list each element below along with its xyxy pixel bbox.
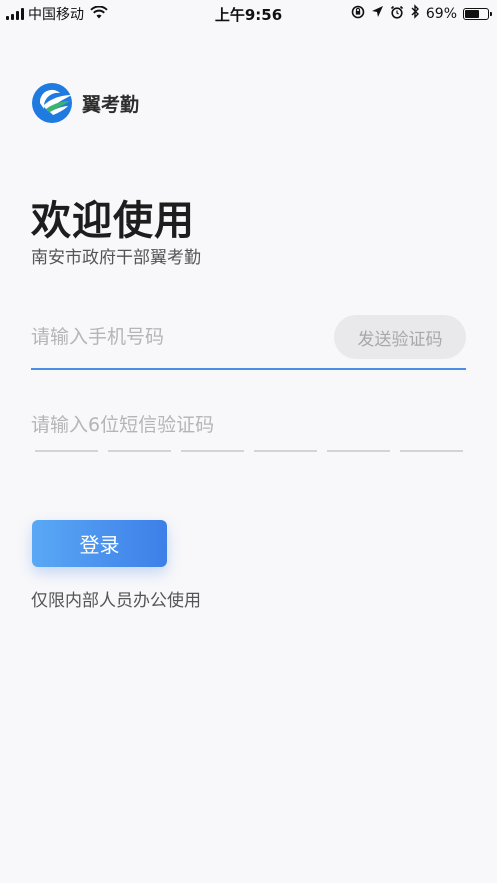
code-slot[interactable]	[108, 447, 171, 452]
app-name: 翼考勤	[82, 93, 140, 116]
location-arrow-icon	[371, 5, 384, 22]
code-slot[interactable]	[35, 447, 98, 452]
bluetooth-icon	[410, 4, 420, 23]
battery-icon	[463, 7, 492, 20]
orientation-lock-icon	[351, 5, 365, 23]
code-slot[interactable]	[400, 447, 463, 452]
code-slot[interactable]	[254, 447, 317, 452]
app-logo: 翼考勤	[30, 81, 139, 125]
internal-use-note: 仅限内部人员办公使用	[31, 591, 201, 611]
code-slot[interactable]	[181, 447, 244, 452]
login-button[interactable]: 登录	[32, 520, 167, 567]
alarm-icon	[390, 5, 404, 23]
phone-number-input[interactable]	[31, 322, 321, 352]
welcome-subtitle: 南安市政府干部翼考勤	[31, 248, 201, 268]
sms-code-input[interactable]: 请输入6位短信验证码	[31, 410, 214, 437]
battery-fill	[465, 9, 479, 18]
send-code-button[interactable]: 发送验证码	[334, 315, 466, 359]
wing-logo-icon	[32, 83, 72, 123]
welcome-title: 欢迎使用	[31, 198, 195, 244]
phone-field-row: 发送验证码	[31, 310, 466, 370]
code-slot[interactable]	[327, 447, 390, 452]
battery-percent: 69%	[425, 5, 457, 22]
status-right: 69%	[351, 4, 492, 23]
code-slots[interactable]	[35, 447, 463, 452]
status-bar: 中国移动 上午9:56 69%	[0, 0, 497, 26]
